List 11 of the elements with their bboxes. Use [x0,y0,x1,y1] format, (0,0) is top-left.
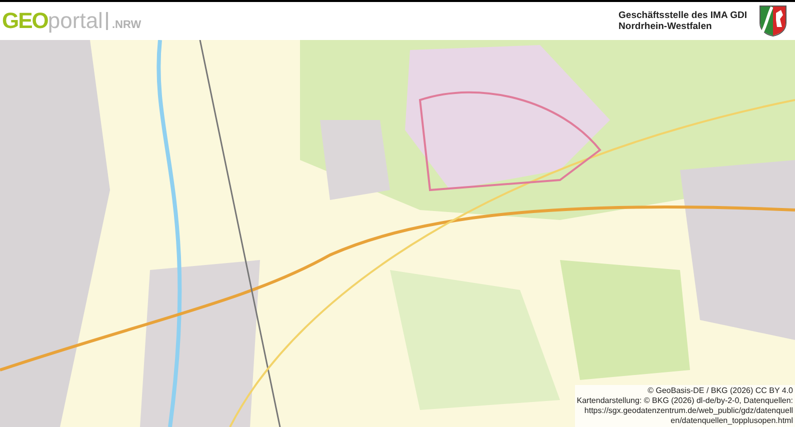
coat-of-arms-icon [759,5,787,37]
divider-icon [106,12,109,30]
attribution-text: © GeoBasis-DE / BKG (2026) CC BY 4.0 [648,386,793,396]
source-link[interactable]: https://sgx.geodatenzentrum.de/web_public/gdz/datenquell [584,406,793,416]
logo-text: portal [48,8,103,34]
source-link[interactable]: en/datenquellen_topplusopen.html [670,416,793,426]
logo-text: .NRW [112,19,142,31]
agency-name: Nordrhein-Westfalen [618,21,713,32]
agency-name: Geschäftsstelle des IMA GDI [618,10,747,21]
attribution-text: Kartendarstellung: © BKG (2026) dl-de/by-2-0, Datenquellen: [576,396,793,406]
logo-text: GEO [2,8,48,34]
